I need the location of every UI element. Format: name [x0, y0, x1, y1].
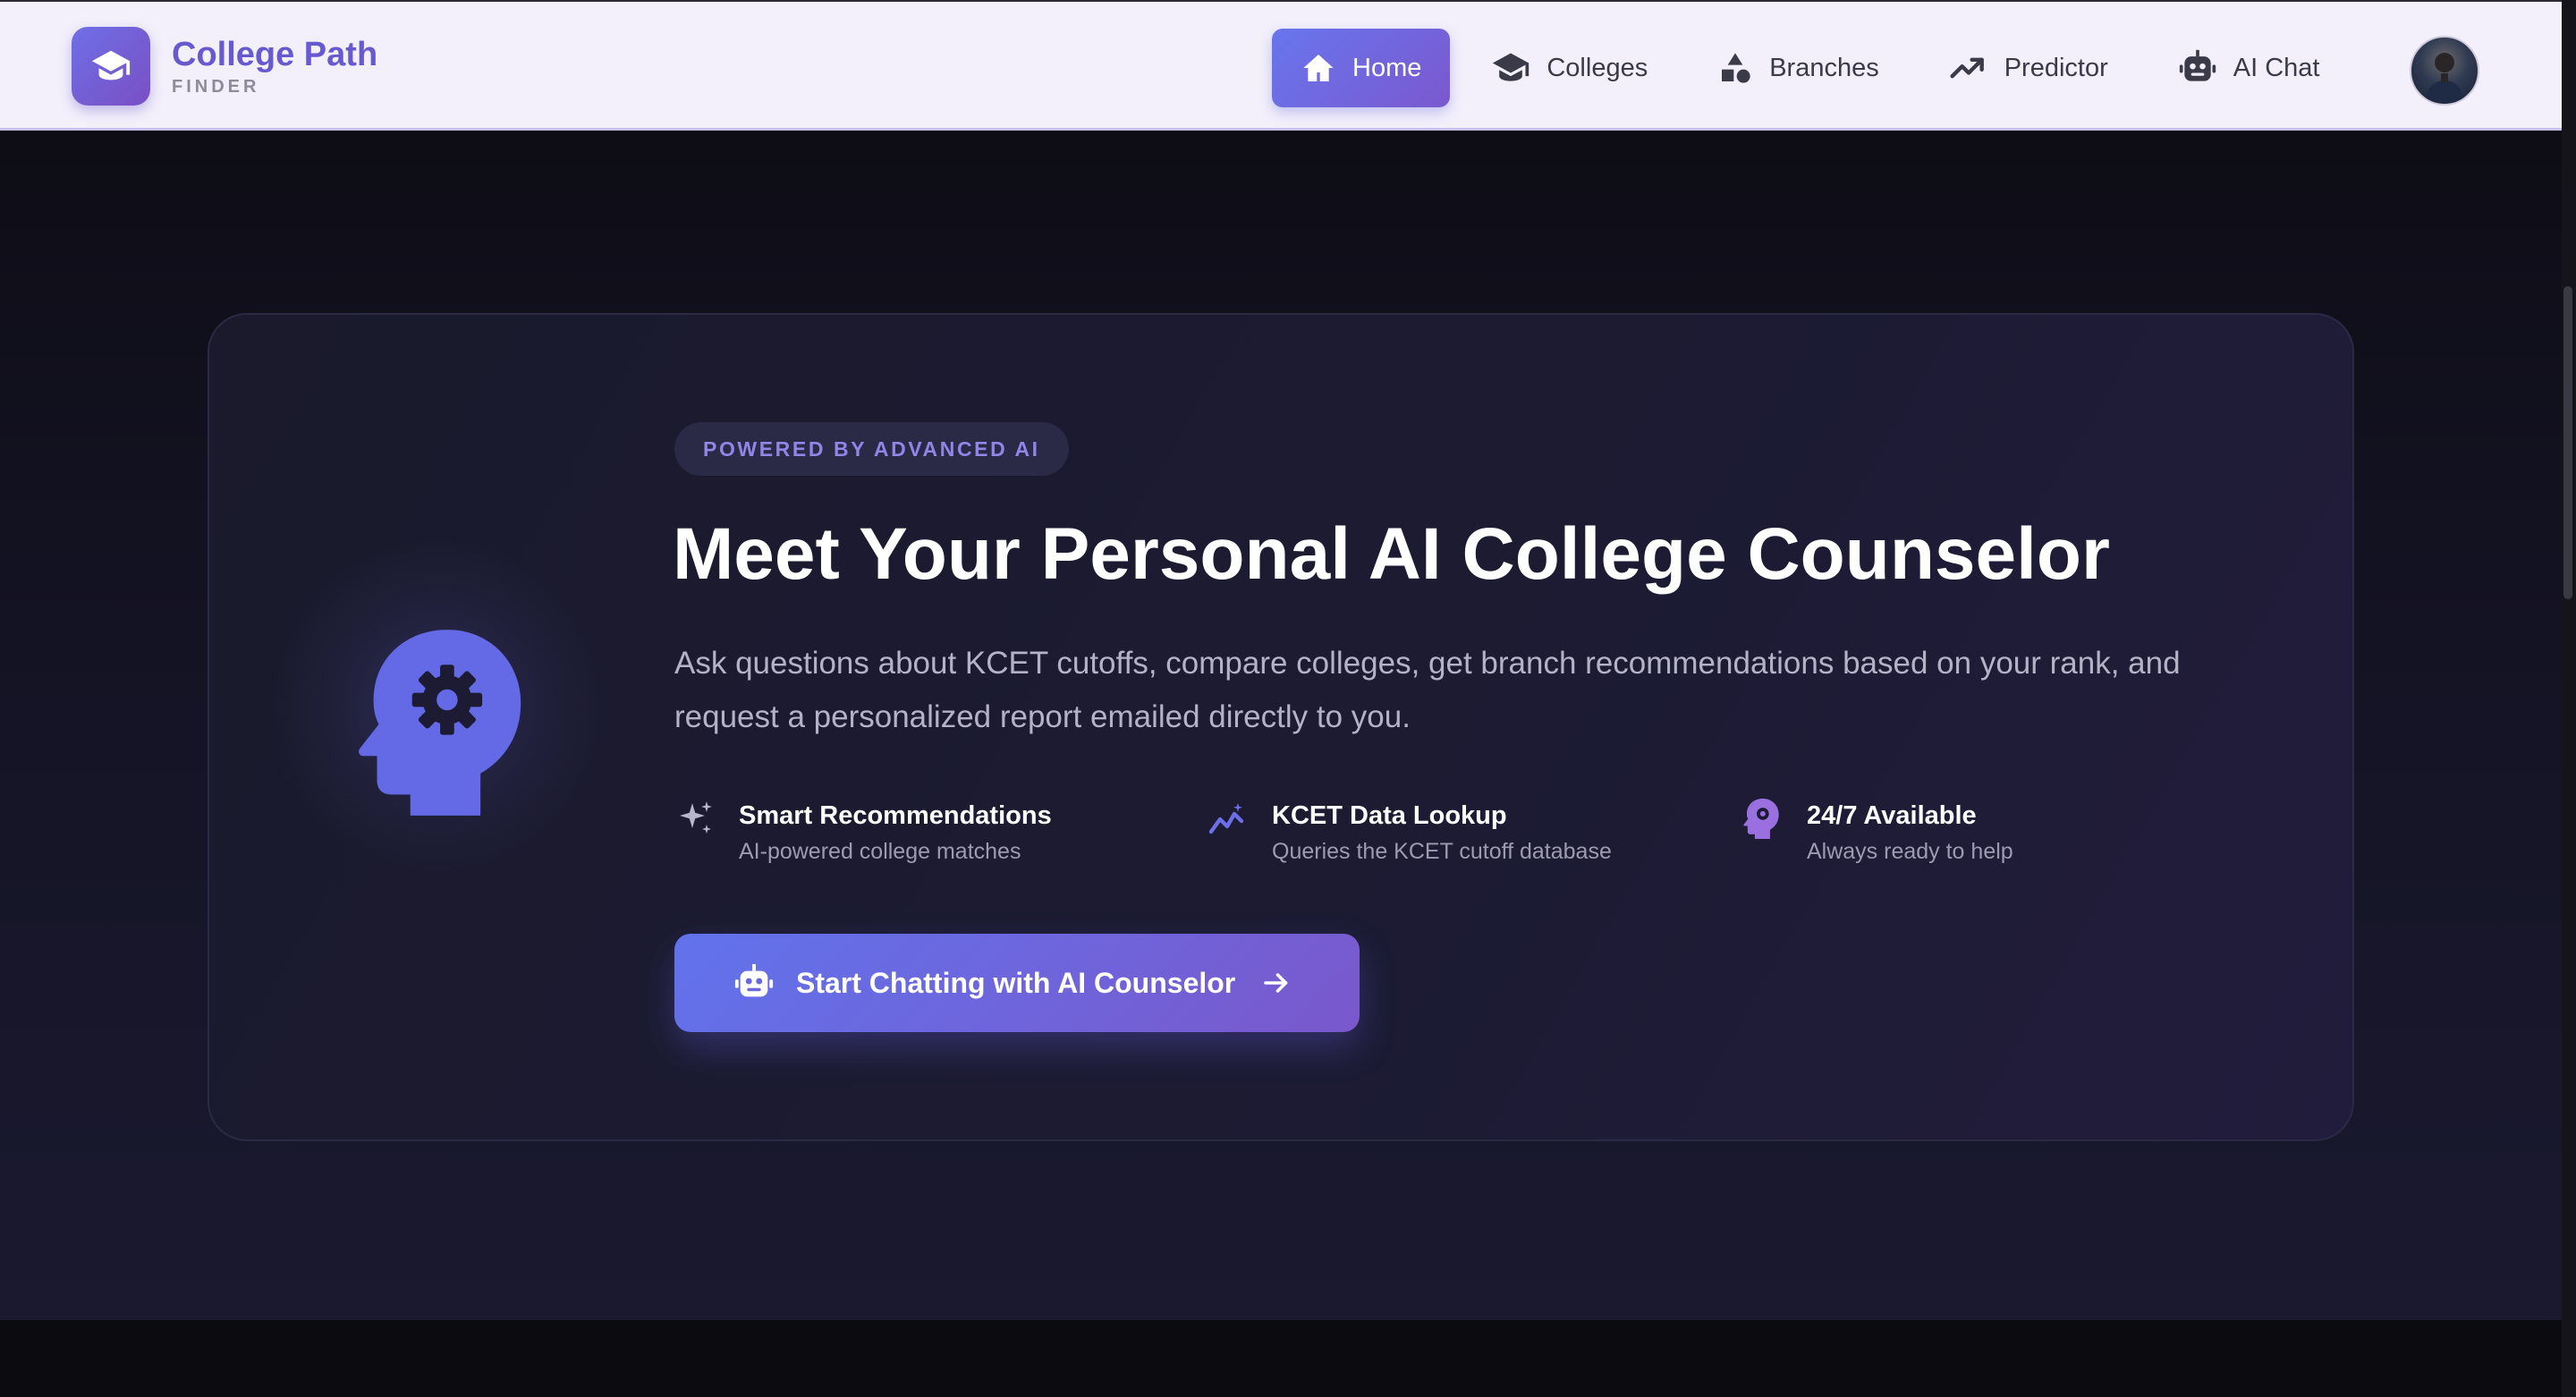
feature-24-7-available: 24/7 Available Always ready to help: [1742, 798, 2013, 869]
robot-icon: [734, 963, 774, 997]
graduation-cap-icon: [72, 27, 150, 106]
scrollbar-track[interactable]: [2562, 0, 2576, 1397]
cta-label: Start Chatting with AI Counselor: [796, 966, 1236, 999]
user-avatar[interactable]: [2410, 36, 2479, 106]
hero-title: Meet Your Personal AI College Counselor: [673, 513, 2110, 595]
nav-item-label: AI Chat: [2233, 53, 2320, 82]
nav-item-home[interactable]: Home: [1272, 29, 1451, 107]
start-chatting-button[interactable]: Start Chatting with AI Counselor: [674, 934, 1360, 1032]
feature-smart-recommendations: Smart Recommendations AI-powered college…: [674, 798, 1052, 869]
hero-description: Ask questions about KCET cutoffs, compar…: [674, 646, 2181, 734]
scrollbar-thumb[interactable]: [2563, 286, 2572, 599]
trending-up-icon: [1950, 57, 1984, 79]
nav-item-branches[interactable]: Branches: [1689, 29, 1908, 107]
feature-title: KCET Data Lookup: [1272, 801, 1507, 830]
home-icon: [1303, 55, 1334, 81]
top-navbar: College Path FINDER Home Colleges Branch…: [0, 0, 2562, 131]
footer-strip: [0, 1320, 2562, 1397]
head-gear-icon: [356, 626, 531, 820]
brand[interactable]: College Path FINDER: [72, 27, 377, 106]
feature-title: 24/7 Available: [1807, 801, 1977, 830]
feature-desc: Queries the KCET cutoff database: [1272, 839, 1612, 864]
powered-by-badge: POWERED BY ADVANCED AI: [674, 422, 1069, 476]
main-nav: Home Colleges Branches Predictor AI Chat: [1272, 29, 2360, 107]
feature-desc: AI-powered college matches: [739, 839, 1021, 864]
nav-item-colleges[interactable]: Colleges: [1462, 29, 1676, 107]
nav-item-label: Colleges: [1546, 53, 1648, 82]
graduation-cap-icon: [1493, 53, 1530, 81]
feature-title: Smart Recommendations: [739, 801, 1052, 830]
brand-subtitle: FINDER: [172, 77, 260, 97]
arrow-right-icon: [1264, 973, 1288, 993]
nav-item-label: Branches: [1769, 53, 1879, 82]
nav-item-label: Predictor: [2004, 53, 2108, 82]
head-gear-icon: [1742, 798, 1789, 869]
nav-item-label: Home: [1352, 53, 1422, 82]
feature-desc: Always ready to help: [1807, 839, 2013, 864]
feature-kcet-data-lookup: KCET Data Lookup Queries the KCET cutoff…: [1208, 798, 1612, 869]
shapes-icon: [1722, 53, 1750, 83]
sparkles-icon: [674, 798, 721, 869]
robot-icon: [2179, 49, 2216, 81]
brand-name: College Path: [172, 36, 378, 73]
nav-item-predictor[interactable]: Predictor: [1920, 29, 2137, 107]
chart-line-icon: [1208, 798, 1254, 869]
nav-item-ai-chat[interactable]: AI Chat: [2149, 29, 2349, 107]
brand-text: College Path FINDER: [172, 35, 377, 97]
